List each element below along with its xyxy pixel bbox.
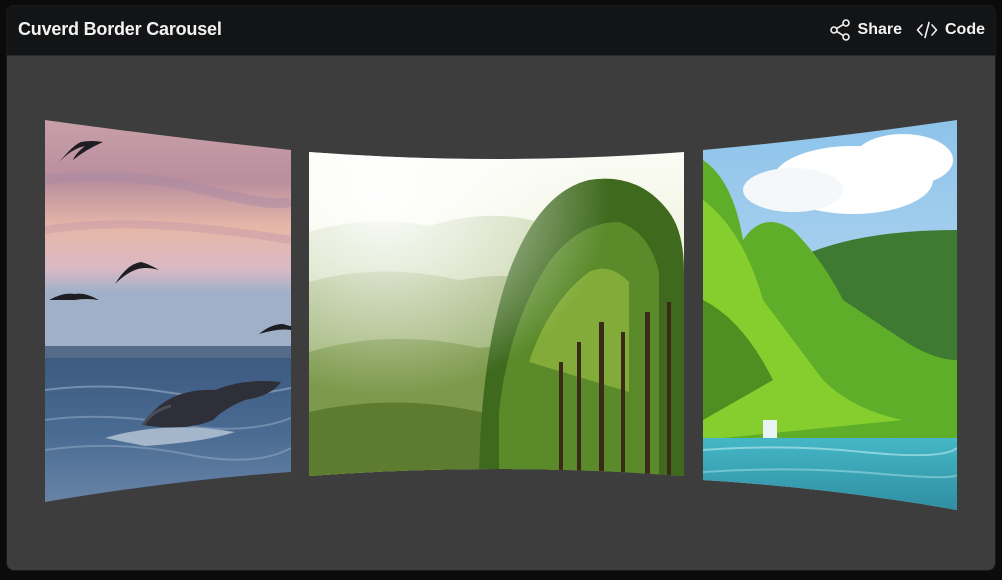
carousel-slide-forest[interactable] [309, 152, 684, 476]
page-title: Cuverd Border Carousel [18, 19, 222, 39]
carousel-stage [7, 56, 995, 570]
carousel-slide-ocean[interactable] [45, 120, 291, 502]
share-button[interactable]: Share [829, 19, 902, 41]
code-icon [916, 19, 938, 41]
share-icon [829, 19, 851, 41]
code-label: Code [945, 21, 985, 38]
share-label: Share [857, 21, 902, 38]
carousel-slide-lake[interactable] [703, 120, 957, 510]
header-actions: Share Code [829, 19, 985, 41]
header-bar: Cuverd Border Carousel Share Code [7, 6, 995, 56]
demo-window: Cuverd Border Carousel Share Code [6, 5, 996, 571]
code-button[interactable]: Code [916, 19, 985, 41]
